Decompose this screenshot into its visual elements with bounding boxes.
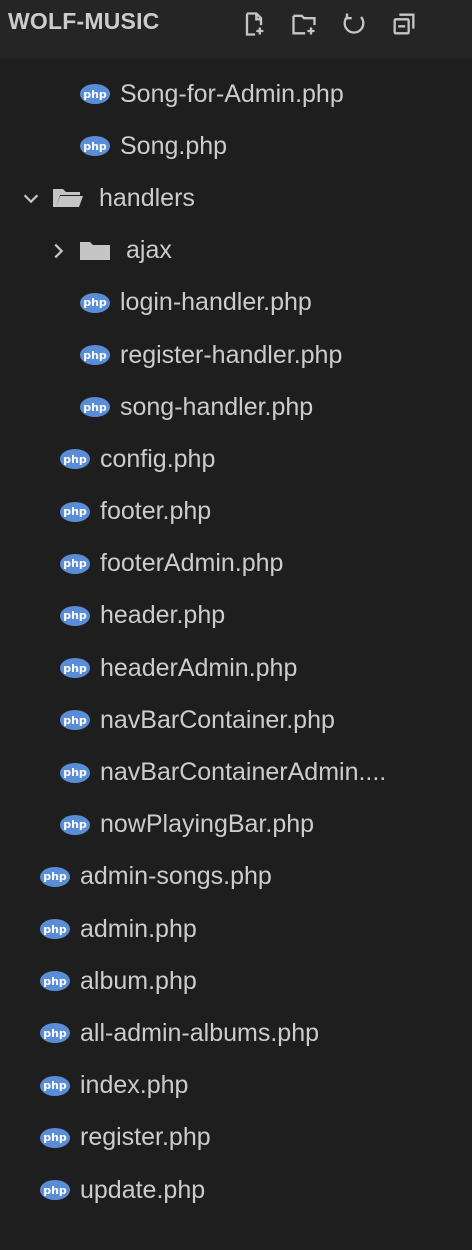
tree-item-label: navBarContainerAdmin.... xyxy=(100,758,387,787)
php-file-icon: php xyxy=(60,710,90,731)
tree-file-row[interactable]: php footer.php xyxy=(0,486,472,538)
tree-file-row[interactable]: php admin.php xyxy=(0,903,472,955)
tree-file-row[interactable]: php admin-songs.php xyxy=(0,851,472,903)
tree-item-label: song-handler.php xyxy=(120,392,314,421)
tree-item-label: footerAdmin.php xyxy=(100,549,284,578)
tree-file-row[interactable]: php Song-for-Admin.php xyxy=(0,68,472,120)
php-file-icon: php xyxy=(80,292,110,313)
tree-file-row[interactable]: php navBarContainer.php xyxy=(0,694,472,746)
explorer-actions xyxy=(238,4,420,44)
tree-item-label: update.php xyxy=(80,1175,206,1204)
php-file-icon: php xyxy=(80,136,110,157)
new-file-icon[interactable] xyxy=(238,8,270,40)
explorer-header: WOLF-MUSIC xyxy=(0,0,472,58)
tree-file-row[interactable]: php index.php xyxy=(0,1060,472,1112)
tree-item-label: headerAdmin.php xyxy=(100,653,298,682)
file-explorer: WOLF-MUSIC php Song-for-Admin.php php So… xyxy=(0,0,472,1250)
tree-item-label: header.php xyxy=(100,601,226,630)
tree-file-row[interactable]: php album.php xyxy=(0,955,472,1007)
chevron-right-icon[interactable] xyxy=(47,240,69,262)
tree-file-row[interactable]: php nowPlayingBar.php xyxy=(0,799,472,851)
tree-item-label: Song.php xyxy=(120,131,228,160)
php-file-icon: php xyxy=(60,553,90,574)
tree-item-label: register-handler.php xyxy=(120,340,343,369)
tree-item-label: nowPlayingBar.php xyxy=(100,810,315,839)
tree-folder-row[interactable]: ajax xyxy=(0,225,472,277)
workspace-folder-title[interactable]: WOLF-MUSIC xyxy=(8,8,159,35)
tree-item-label: navBarContainer.php xyxy=(100,705,335,734)
php-file-icon: php xyxy=(40,919,70,940)
tree-item-label: admin.php xyxy=(80,914,197,943)
tree-file-row[interactable]: php login-handler.php xyxy=(0,277,472,329)
refresh-icon[interactable] xyxy=(338,8,370,40)
tree-file-row[interactable]: php navBarContainerAdmin.... xyxy=(0,746,472,798)
php-file-icon: php xyxy=(40,1180,70,1201)
php-file-icon: php xyxy=(80,397,110,418)
php-file-icon: php xyxy=(60,762,90,783)
explorer-tree: php Song-for-Admin.php php Song.php handlers… xyxy=(0,68,472,1216)
tree-item-label: admin-songs.php xyxy=(80,862,272,891)
php-file-icon: php xyxy=(80,345,110,366)
folder-open-icon xyxy=(53,189,83,208)
tree-item-label: login-handler.php xyxy=(120,288,312,317)
tree-item-label: handlers xyxy=(99,183,195,212)
collapse-all-icon[interactable] xyxy=(388,8,420,40)
tree-file-row[interactable]: php config.php xyxy=(0,433,472,485)
tree-folder-row[interactable]: handlers xyxy=(0,172,472,224)
chevron-down-icon[interactable] xyxy=(20,187,42,209)
tree-file-row[interactable]: php update.php xyxy=(0,1164,472,1216)
php-file-icon: php xyxy=(40,1023,70,1044)
php-file-icon: php xyxy=(40,1075,70,1096)
tree-item-label: ajax xyxy=(126,236,172,265)
php-file-icon: php xyxy=(40,1127,70,1148)
new-folder-icon[interactable] xyxy=(288,8,320,40)
php-file-icon: php xyxy=(60,658,90,679)
php-file-icon: php xyxy=(60,449,90,470)
tree-item-label: all-admin-albums.php xyxy=(80,1018,320,1047)
refresh-svg xyxy=(343,13,365,34)
php-file-icon: php xyxy=(60,814,90,835)
tree-item-label: index.php xyxy=(80,1071,189,1100)
tree-item-label: register.php xyxy=(80,1123,211,1152)
tree-file-row[interactable]: php all-admin-albums.php xyxy=(0,1007,472,1059)
php-file-icon: php xyxy=(40,971,70,992)
collapse-all-svg xyxy=(393,13,415,35)
tree-file-row[interactable]: php song-handler.php xyxy=(0,381,472,433)
tree-item-label: config.php xyxy=(100,444,216,473)
new-folder-svg xyxy=(292,14,316,35)
php-file-icon: php xyxy=(80,84,110,105)
new-file-svg xyxy=(245,12,264,36)
php-file-icon: php xyxy=(60,605,90,626)
tree-file-row[interactable]: php register.php xyxy=(0,1112,472,1164)
tree-file-row[interactable]: php header.php xyxy=(0,590,472,642)
tree-file-row[interactable]: php headerAdmin.php xyxy=(0,642,472,694)
tree-item-label: footer.php xyxy=(100,497,212,526)
php-file-icon: php xyxy=(40,866,70,887)
tree-file-row[interactable]: php Song.php xyxy=(0,120,472,172)
tree-file-row[interactable]: php register-handler.php xyxy=(0,329,472,381)
tree-item-label: Song-for-Admin.php xyxy=(120,79,344,108)
php-file-icon: php xyxy=(60,501,90,522)
tree-item-label: album.php xyxy=(80,966,197,995)
folder-icon xyxy=(80,241,110,260)
tree-file-row[interactable]: php footerAdmin.php xyxy=(0,538,472,590)
